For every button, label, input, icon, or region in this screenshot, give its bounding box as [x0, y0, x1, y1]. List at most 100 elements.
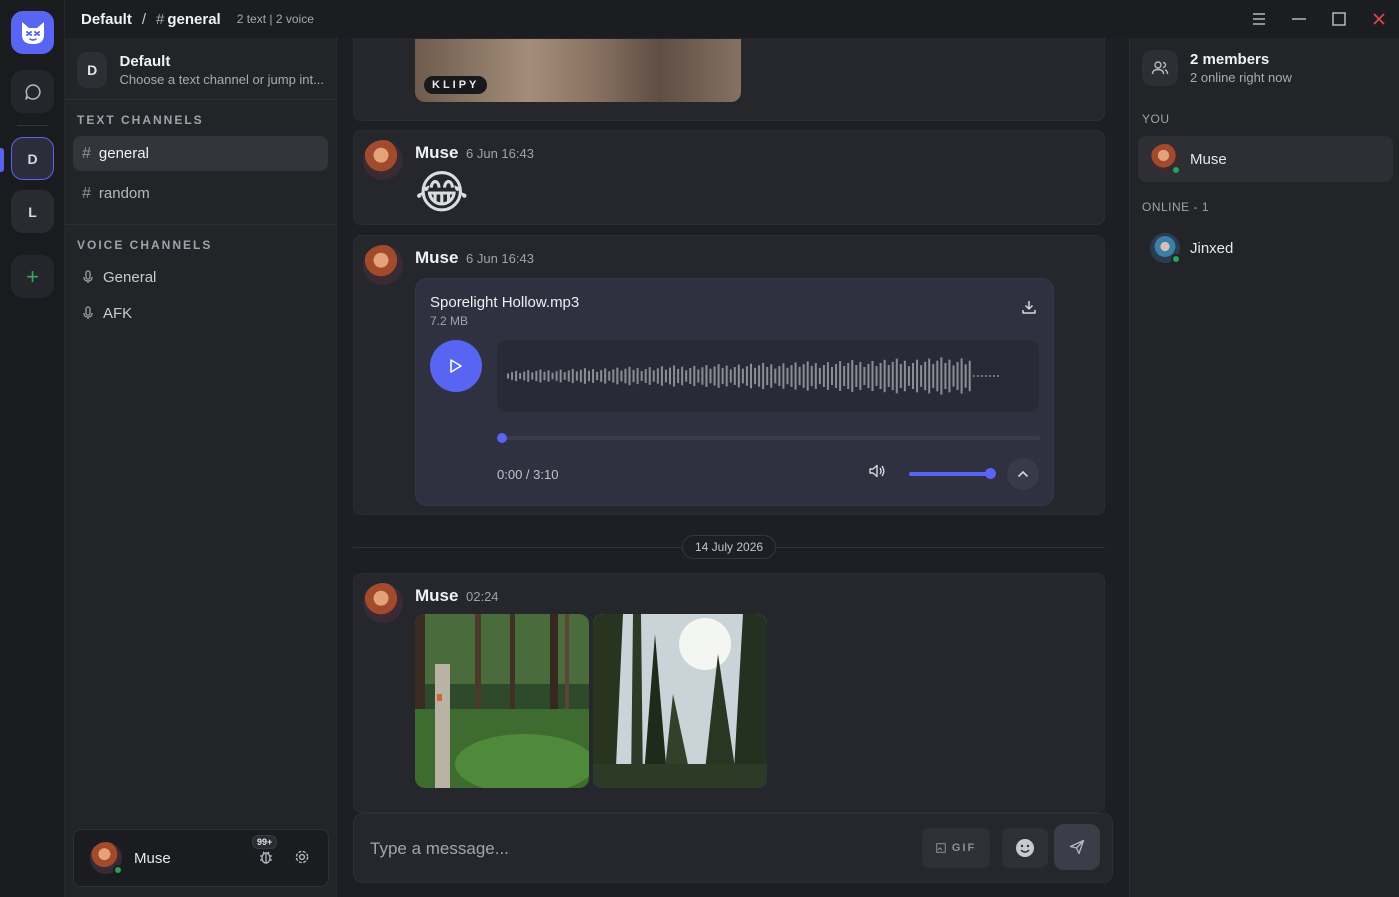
play-button[interactable]: [430, 340, 482, 392]
volume-knob[interactable]: [985, 468, 996, 479]
online-count: 2 online right now: [1190, 70, 1292, 85]
voice-channel-general[interactable]: General: [73, 262, 328, 292]
waveform-bar: [928, 358, 931, 394]
waveform-bar: [774, 368, 777, 384]
waveform-bar: [831, 366, 833, 386]
mute-button[interactable]: [868, 463, 886, 484]
waveform-bar: [964, 364, 967, 388]
waveform-bar: [968, 360, 971, 392]
waveform-bar: [612, 369, 615, 383]
hash-icon: #: [82, 184, 91, 202]
seek-bar[interactable]: [497, 433, 1040, 443]
waveform-bar: [984, 375, 987, 377]
maximize-button[interactable]: [1319, 0, 1359, 38]
gif-label: GIF: [951, 842, 977, 854]
waveform-bar: [770, 364, 773, 388]
waveform-bar: [535, 370, 538, 382]
waveform-bar: [733, 367, 736, 385]
forest-photo-2[interactable]: [593, 614, 767, 788]
message-avatar[interactable]: [363, 583, 403, 623]
message-input[interactable]: [370, 832, 890, 866]
waveform-bar: [592, 369, 595, 383]
waveform-bar: [588, 370, 590, 382]
channel-random[interactable]: # random: [73, 176, 328, 211]
channel-general[interactable]: # general: [73, 136, 328, 171]
message-avatar[interactable]: [363, 245, 403, 285]
message-author[interactable]: Muse: [415, 248, 458, 268]
channel-count-meta: 2 text | 2 voice: [236, 12, 314, 26]
waveform-bar: [847, 363, 850, 389]
settings-button[interactable]: [294, 849, 310, 870]
minimize-button[interactable]: [1279, 0, 1319, 38]
waveform-bar: [693, 365, 696, 387]
chevron-up-icon: [1017, 470, 1029, 478]
app-window: D L + Default / # general 2 text | 2 voi…: [0, 0, 1399, 897]
members-button[interactable]: [1142, 50, 1178, 86]
server-l-button[interactable]: L: [11, 190, 54, 233]
voice-channel-afk[interactable]: AFK: [73, 298, 328, 328]
waveform-bar: [875, 366, 878, 386]
volume-slider[interactable]: [909, 468, 996, 479]
bug-report-button[interactable]: 99+: [252, 834, 278, 870]
waveform-bar: [575, 371, 578, 381]
breadcrumb-server[interactable]: Default: [81, 11, 132, 28]
server-default-button[interactable]: D: [11, 137, 54, 180]
waveform-bar: [814, 363, 817, 389]
waveform-bar: [778, 366, 781, 386]
hamburger-icon: [1253, 13, 1265, 25]
waveform-bar: [855, 364, 858, 388]
online-status-dot: [1171, 165, 1181, 175]
waveform-bar: [551, 372, 554, 380]
waveform[interactable]: [497, 340, 1039, 412]
waveform-bar: [960, 358, 963, 394]
message-timestamp: 6 Jun 16:43: [466, 146, 534, 161]
waveform-bar: [766, 366, 769, 386]
message-timestamp: 02:24: [466, 589, 499, 604]
gif-button[interactable]: GIF: [922, 828, 990, 868]
waveform-graphic: [507, 357, 1000, 395]
waveform-bar: [567, 370, 570, 382]
waveform-bar: [798, 366, 801, 386]
app-logo-button[interactable]: [11, 11, 54, 54]
waveform-bar: [559, 369, 562, 383]
message-images: Muse 02:24: [353, 573, 1105, 813]
member-row-jinxed[interactable]: Jinxed: [1138, 225, 1393, 271]
waveform-bar: [903, 360, 906, 392]
waveform-bar: [786, 367, 789, 385]
forest-sky-image: [593, 614, 767, 788]
member-row-self[interactable]: Muse: [1138, 136, 1393, 182]
waveform-bar: [624, 368, 627, 384]
waveform-bar: [948, 359, 951, 393]
waveform-bar: [826, 362, 829, 390]
message-avatar[interactable]: [363, 140, 403, 180]
waveform-bar: [515, 370, 518, 382]
server-header[interactable]: D Default Choose a text channel or jump …: [77, 50, 324, 90]
message-author[interactable]: Muse: [415, 143, 458, 163]
waveform-bar: [839, 361, 842, 391]
close-button[interactable]: [1359, 0, 1399, 38]
send-button[interactable]: [1054, 824, 1100, 870]
gif-embed[interactable]: KLIPY: [415, 39, 741, 102]
gear-icon: [295, 850, 309, 863]
emoji-button[interactable]: [1002, 828, 1048, 868]
collapse-player-button[interactable]: [1007, 458, 1039, 490]
forest-photo-1[interactable]: [415, 614, 589, 788]
direct-messages-button[interactable]: [11, 70, 54, 113]
waveform-bar: [916, 359, 919, 393]
menu-button[interactable]: [1239, 0, 1279, 38]
message-author[interactable]: Muse: [415, 586, 458, 606]
add-server-button[interactable]: +: [11, 255, 54, 298]
download-button[interactable]: [1021, 299, 1037, 320]
audio-file-name: Sporelight Hollow.mp3: [430, 294, 580, 311]
waveform-bar: [790, 365, 793, 387]
waveform-bar: [944, 363, 947, 389]
waveform-bar: [527, 370, 530, 382]
rail-divider: [17, 125, 48, 126]
user-avatar[interactable]: [90, 842, 123, 875]
server-rail: D L +: [0, 0, 65, 897]
seek-knob[interactable]: [497, 433, 507, 443]
waveform-bar: [600, 370, 603, 382]
cat-logo-icon: [21, 21, 44, 44]
waveform-bar: [616, 367, 619, 385]
waveform-bar: [725, 365, 728, 387]
